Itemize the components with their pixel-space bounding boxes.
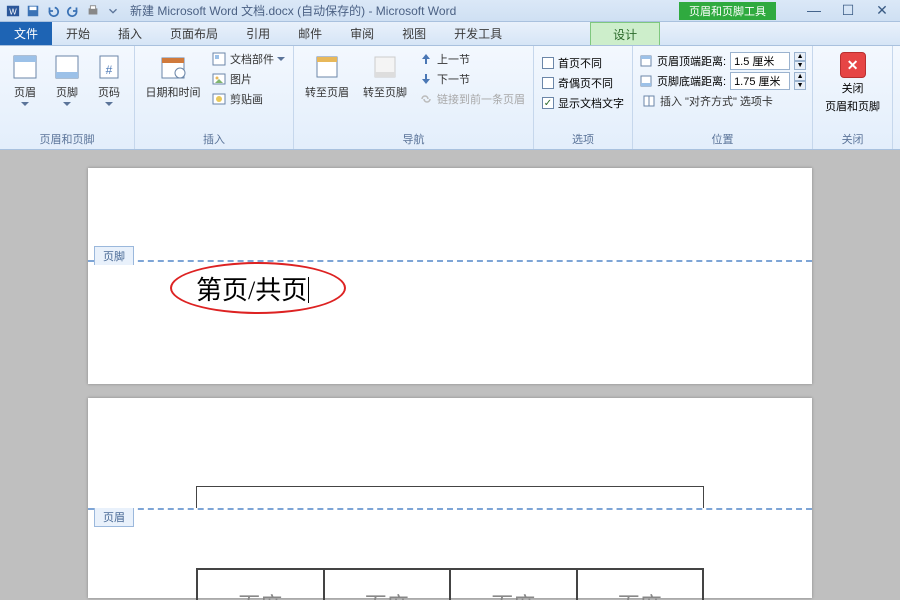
goto-footer-button: 转至页脚 <box>358 50 412 102</box>
window-title: 新建 Microsoft Word 文档.docx (自动保存的) - Micr… <box>130 2 456 19</box>
close-window-button[interactable]: ✕ <box>874 2 890 19</box>
annotation-ellipse <box>170 262 346 314</box>
show-doc-text-checkbox[interactable]: ✓显示文档文字 <box>540 94 626 112</box>
calendar-icon <box>158 52 188 82</box>
header-table-top <box>196 486 704 508</box>
clipart-button[interactable]: 剪贴画 <box>209 90 287 108</box>
qat-dropdown-icon[interactable] <box>104 2 122 20</box>
minimize-button[interactable]: — <box>806 2 822 19</box>
checkbox-checked-icon: ✓ <box>542 97 554 109</box>
table-cell[interactable]: 百度 <box>324 569 451 600</box>
header-icon <box>10 52 40 82</box>
group-position: 页眉顶端距离: 1.5 厘米 ▲▼ 页脚底端距离: 1.75 厘米 ▲▼ 插入 … <box>633 46 813 149</box>
header-tag: 页眉 <box>94 508 134 527</box>
footer-button[interactable]: 页脚 <box>48 50 86 108</box>
group-navigation: 转至页眉 转至页脚 上一节 下一节 链接到前一条页眉 导航 <box>294 46 534 149</box>
header-dist-icon <box>639 54 653 68</box>
context-tool-label: 页眉和页脚工具 <box>679 2 776 20</box>
tab-home[interactable]: 开始 <box>52 22 104 45</box>
footer-boundary-line <box>88 260 812 262</box>
group-insert: 日期和时间 文档部件 图片 剪贴画 插入 <box>135 46 294 149</box>
clipart-icon <box>211 91 227 107</box>
group-options: 首页不同 奇偶页不同 ✓显示文档文字 选项 <box>534 46 633 149</box>
footer-tag: 页脚 <box>94 246 134 265</box>
ribbon-tabs: 文件 开始 插入 页面布局 引用 邮件 审阅 视图 开发工具 设计 <box>0 22 900 46</box>
odd-even-diff-checkbox[interactable]: 奇偶页不同 <box>540 74 626 92</box>
page-number-button[interactable]: # 页码 <box>90 50 128 108</box>
footer-dist-icon <box>639 74 653 88</box>
page-2[interactable]: 页眉 百度 百度 百度 百度 <box>88 398 812 598</box>
maximize-button[interactable]: ☐ <box>840 2 856 19</box>
title-bar: W 新建 Microsoft Word 文档.docx (自动保存的) - Mi… <box>0 0 900 22</box>
quick-parts-icon <box>211 51 227 67</box>
goto-header-icon <box>312 52 342 82</box>
quick-access-toolbar: W <box>4 2 122 20</box>
spin-up-icon[interactable]: ▲ <box>794 52 806 61</box>
tab-page-layout[interactable]: 页面布局 <box>156 22 232 45</box>
footer-icon <box>52 52 82 82</box>
tab-developer[interactable]: 开发工具 <box>440 22 516 45</box>
table-cell[interactable]: 百度 <box>450 569 577 600</box>
table-cell[interactable]: 百度 <box>197 569 324 600</box>
tab-file[interactable]: 文件 <box>0 22 52 45</box>
undo-icon[interactable] <box>44 2 62 20</box>
close-icon: ✕ <box>840 52 866 78</box>
page-1[interactable]: 页脚 第页/共页 <box>88 168 812 384</box>
spin-up-icon[interactable]: ▲ <box>794 72 806 81</box>
picture-button[interactable]: 图片 <box>209 70 287 88</box>
footer-distance-input[interactable]: 1.75 厘米 <box>730 72 790 90</box>
group-header-footer: 页眉 页脚 # 页码 页眉和页脚 <box>0 46 135 149</box>
print-preview-icon[interactable] <box>84 2 102 20</box>
redo-icon[interactable] <box>64 2 82 20</box>
down-arrow-icon <box>418 71 434 87</box>
align-tab-icon <box>641 93 657 109</box>
goto-header-button[interactable]: 转至页眉 <box>300 50 354 102</box>
group-label-nav: 导航 <box>300 129 527 147</box>
tab-mailings[interactable]: 邮件 <box>284 22 336 45</box>
spin-down-icon[interactable]: ▼ <box>794 61 806 70</box>
link-icon <box>418 91 434 107</box>
svg-text:W: W <box>9 7 17 16</box>
tab-view[interactable]: 视图 <box>388 22 440 45</box>
table-row: 百度 百度 百度 百度 <box>197 569 703 600</box>
header-button[interactable]: 页眉 <box>6 50 44 108</box>
header-boundary-line <box>88 508 812 510</box>
svg-text:#: # <box>106 63 113 77</box>
next-section-button[interactable]: 下一节 <box>416 70 527 88</box>
group-close: ✕ 关闭 页眉和页脚 关闭 <box>813 46 893 149</box>
goto-footer-icon <box>370 52 400 82</box>
picture-icon <box>211 71 227 87</box>
header-distance-input[interactable]: 1.5 厘米 <box>730 52 790 70</box>
up-arrow-icon <box>418 51 434 67</box>
checkbox-icon <box>542 57 554 69</box>
document-workspace[interactable]: 页脚 第页/共页 页眉 百度 百度 百度 百度 <box>0 150 900 600</box>
group-label-position: 位置 <box>639 129 806 147</box>
footer-distance-row: 页脚底端距离: 1.75 厘米 ▲▼ <box>639 72 806 90</box>
table-cell[interactable]: 百度 <box>577 569 704 600</box>
tab-design[interactable]: 设计 <box>590 22 660 45</box>
link-previous-button: 链接到前一条页眉 <box>416 90 527 108</box>
quick-parts-button[interactable]: 文档部件 <box>209 50 287 68</box>
ribbon: 页眉 页脚 # 页码 页眉和页脚 日期和时间 文档部件 图片 <box>0 46 900 150</box>
first-page-diff-checkbox[interactable]: 首页不同 <box>540 54 626 72</box>
insert-align-tab-button[interactable]: 插入 "对齐方式" 选项卡 <box>639 92 806 110</box>
word-app-icon[interactable]: W <box>4 2 22 20</box>
save-icon[interactable] <box>24 2 42 20</box>
checkbox-icon <box>542 77 554 89</box>
tab-references[interactable]: 引用 <box>232 22 284 45</box>
date-time-button[interactable]: 日期和时间 <box>141 50 205 102</box>
group-label-insert: 插入 <box>141 129 287 147</box>
group-label-close: 关闭 <box>819 129 886 147</box>
header-distance-row: 页眉顶端距离: 1.5 厘米 ▲▼ <box>639 52 806 70</box>
page-number-icon: # <box>94 52 124 82</box>
window-controls: — ☐ ✕ <box>806 2 890 19</box>
tab-insert[interactable]: 插入 <box>104 22 156 45</box>
prev-section-button[interactable]: 上一节 <box>416 50 527 68</box>
spin-down-icon[interactable]: ▼ <box>794 81 806 90</box>
group-label-options: 选项 <box>540 129 626 147</box>
tab-review[interactable]: 审阅 <box>336 22 388 45</box>
document-table[interactable]: 百度 百度 百度 百度 <box>196 568 704 600</box>
close-header-footer-button[interactable]: ✕ 关闭 页眉和页脚 <box>819 50 886 116</box>
group-label-hf: 页眉和页脚 <box>6 129 128 147</box>
